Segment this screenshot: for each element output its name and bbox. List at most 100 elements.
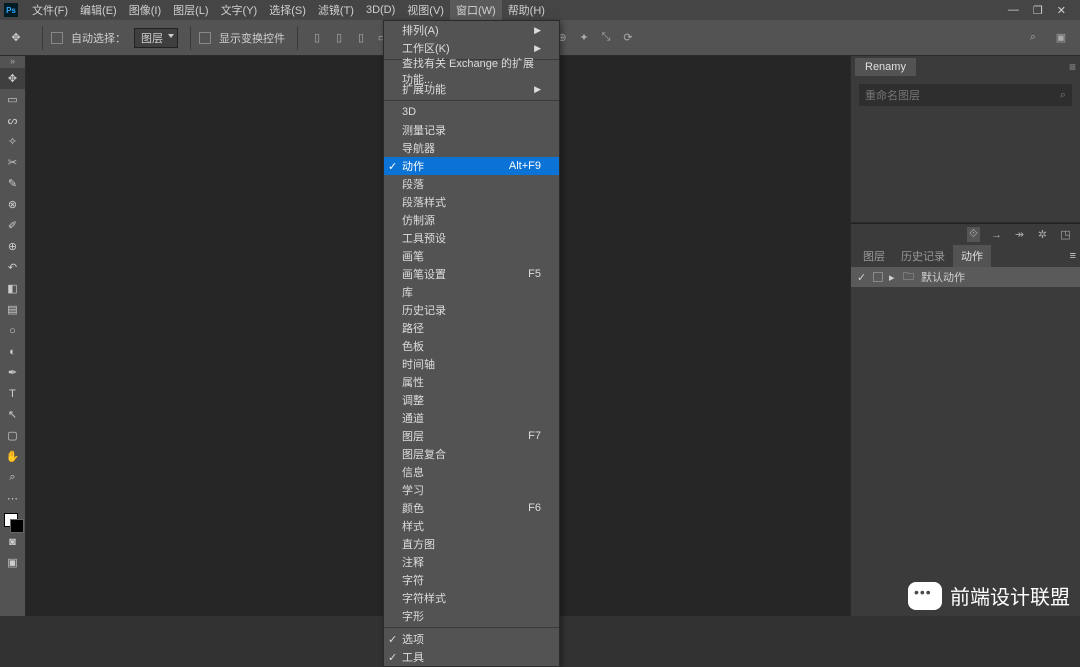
crop-tool[interactable]: ✂	[0, 152, 25, 173]
menu-item-信息[interactable]: 信息	[384, 463, 559, 481]
menu-item-库[interactable]: 库	[384, 283, 559, 301]
menu-edit[interactable]: 编辑(E)	[74, 0, 123, 20]
menu-item-属性[interactable]: 属性	[384, 373, 559, 391]
dialog-toggle[interactable]	[873, 272, 883, 282]
menu-item-学习[interactable]: 学习	[384, 481, 559, 499]
menu-item-扩展功能[interactable]: 扩展功能▶	[384, 80, 559, 98]
3d-icon-5[interactable]: ⟳	[620, 30, 636, 46]
3d-icon-4[interactable]: ⤡	[598, 30, 614, 46]
toolbox-collapse[interactable]: »	[0, 56, 25, 68]
3d-icon-3[interactable]: ✦	[576, 30, 592, 46]
marquee-tool[interactable]: ▭	[0, 89, 25, 110]
menu-item-画笔设置[interactable]: 画笔设置F5	[384, 265, 559, 283]
actions-tab[interactable]: 动作	[953, 245, 991, 267]
disclosure-icon[interactable]: ▸	[889, 271, 897, 284]
gradient-tool[interactable]: ▤	[0, 299, 25, 320]
menu-filter[interactable]: 滤镜(T)	[312, 0, 360, 20]
gear-icon[interactable]: ✲	[1036, 228, 1049, 241]
show-transform-checkbox[interactable]	[199, 32, 211, 44]
menu-file[interactable]: 文件(F)	[26, 0, 74, 20]
menu-item-色板[interactable]: 色板	[384, 337, 559, 355]
path-tool[interactable]: ↖	[0, 404, 25, 425]
menu-item-样式[interactable]: 样式	[384, 517, 559, 535]
align-left-icon[interactable]: ▯	[309, 30, 325, 46]
history-tab[interactable]: 历史记录	[893, 245, 953, 267]
eyedropper-tool[interactable]: ✎	[0, 173, 25, 194]
menu-item-选项[interactable]: ✓选项	[384, 630, 559, 648]
hand-tool[interactable]: ✋	[0, 446, 25, 467]
menu-item-路径[interactable]: 路径	[384, 319, 559, 337]
renamy-tab[interactable]: Renamy	[855, 58, 916, 76]
menu-view[interactable]: 视图(V)	[401, 0, 450, 20]
toggle-panel-icon[interactable]: ⟐	[967, 227, 980, 242]
auto-select-checkbox[interactable]	[51, 32, 63, 44]
menu-item-工具预设[interactable]: 工具预设	[384, 229, 559, 247]
search-icon[interactable]: ⌕	[1025, 30, 1041, 46]
menu-item-注释[interactable]: 注释	[384, 553, 559, 571]
magic-wand-tool[interactable]: ✧	[0, 131, 25, 152]
menu-item-仿制源[interactable]: 仿制源	[384, 211, 559, 229]
minimize-button[interactable]: —	[1008, 4, 1019, 17]
zoom-tool[interactable]: ⌕	[0, 467, 25, 488]
action-set-row[interactable]: ✓ ▸ 🗀 默认动作	[851, 267, 1080, 287]
menu-item-字符样式[interactable]: 字符样式	[384, 589, 559, 607]
align-right-icon[interactable]: ▯	[353, 30, 369, 46]
pen-tool[interactable]: ✒	[0, 362, 25, 383]
shape-tool[interactable]: ▢	[0, 425, 25, 446]
move-tool[interactable]: ✥	[0, 68, 25, 89]
menu-item-3D[interactable]: 3D	[384, 103, 559, 121]
menu-item-图层复合[interactable]: 图层复合	[384, 445, 559, 463]
check-icon[interactable]: ✓	[857, 271, 867, 284]
menu-item-画笔[interactable]: 画笔	[384, 247, 559, 265]
auto-select-dropdown[interactable]: 图层	[134, 28, 178, 48]
workspace-icon[interactable]: ▣	[1053, 30, 1069, 46]
type-tool[interactable]: T	[0, 383, 25, 404]
quickmask-tool[interactable]: ◙	[0, 531, 25, 552]
healing-tool[interactable]: ⊗	[0, 194, 25, 215]
menu-layer[interactable]: 图层(L)	[167, 0, 214, 20]
menu-item-测量记录[interactable]: 测量记录	[384, 121, 559, 139]
menu-help[interactable]: 帮助(H)	[502, 0, 551, 20]
eraser-tool[interactable]: ◧	[0, 278, 25, 299]
menu-item-查找有关 Exchange 的扩展功能...[interactable]: 查找有关 Exchange 的扩展功能...	[384, 62, 559, 80]
color-swatch[interactable]	[0, 509, 25, 531]
menu-type[interactable]: 文字(Y)	[215, 0, 264, 20]
menu-item-通道[interactable]: 通道	[384, 409, 559, 427]
actions-menu-icon[interactable]: ≡	[1070, 250, 1076, 262]
menu-window[interactable]: 窗口(W)	[450, 0, 502, 20]
menu-item-排列(A)[interactable]: 排列(A)▶	[384, 21, 559, 39]
skip-icon[interactable]: ↠	[1013, 228, 1026, 241]
edit-toolbar[interactable]: ⋯	[0, 488, 25, 509]
screenmode-tool[interactable]: ▣	[0, 552, 25, 573]
close-button[interactable]: ✕	[1057, 4, 1066, 17]
menu-item-导航器[interactable]: 导航器	[384, 139, 559, 157]
menu-item-颜色[interactable]: 颜色F6	[384, 499, 559, 517]
blur-tool[interactable]: ○	[0, 320, 25, 341]
history-brush-tool[interactable]: ↶	[0, 257, 25, 278]
lasso-tool[interactable]: ᔕ	[0, 110, 25, 131]
menu-item-时间轴[interactable]: 时间轴	[384, 355, 559, 373]
restore-button[interactable]: ❐	[1033, 4, 1043, 17]
menu-3d[interactable]: 3D(D)	[360, 2, 401, 18]
menu-item-字形[interactable]: 字形	[384, 607, 559, 625]
menu-item-历史记录[interactable]: 历史记录	[384, 301, 559, 319]
brush-tool[interactable]: ✐	[0, 215, 25, 236]
rename-search-input[interactable]: 重命名图层 ⌕	[859, 84, 1072, 106]
panel-menu-icon[interactable]: ≡	[1069, 60, 1076, 74]
menu-item-调整[interactable]: 调整	[384, 391, 559, 409]
menu-item-动作[interactable]: ✓动作Alt+F9	[384, 157, 559, 175]
dodge-tool[interactable]: ◐	[0, 341, 25, 362]
menu-item-段落样式[interactable]: 段落样式	[384, 193, 559, 211]
menu-item-图层[interactable]: 图层F7	[384, 427, 559, 445]
menu-image[interactable]: 图像(I)	[123, 0, 167, 20]
menu-select[interactable]: 选择(S)	[263, 0, 312, 20]
layers-tab[interactable]: 图层	[855, 245, 893, 267]
menu-item-直方图[interactable]: 直方图	[384, 535, 559, 553]
clone-tool[interactable]: ⊕	[0, 236, 25, 257]
menu-item-段落[interactable]: 段落	[384, 175, 559, 193]
corner-icon[interactable]: ◳	[1059, 228, 1072, 241]
menu-item-工具[interactable]: ✓工具	[384, 648, 559, 666]
menu-item-字符[interactable]: 字符	[384, 571, 559, 589]
align-center-h-icon[interactable]: ▯	[331, 30, 347, 46]
next-icon[interactable]: →	[990, 229, 1003, 241]
